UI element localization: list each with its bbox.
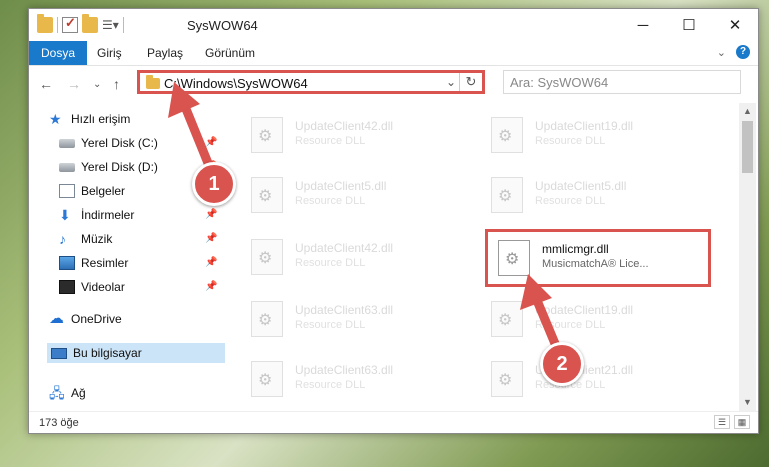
arrow-2-icon [520,274,561,351]
annotation-arrows [168,82,561,351]
step-1-badge: 1 [192,162,236,206]
arrow-1-icon [168,82,215,173]
step-2-badge: 2 [540,342,584,386]
